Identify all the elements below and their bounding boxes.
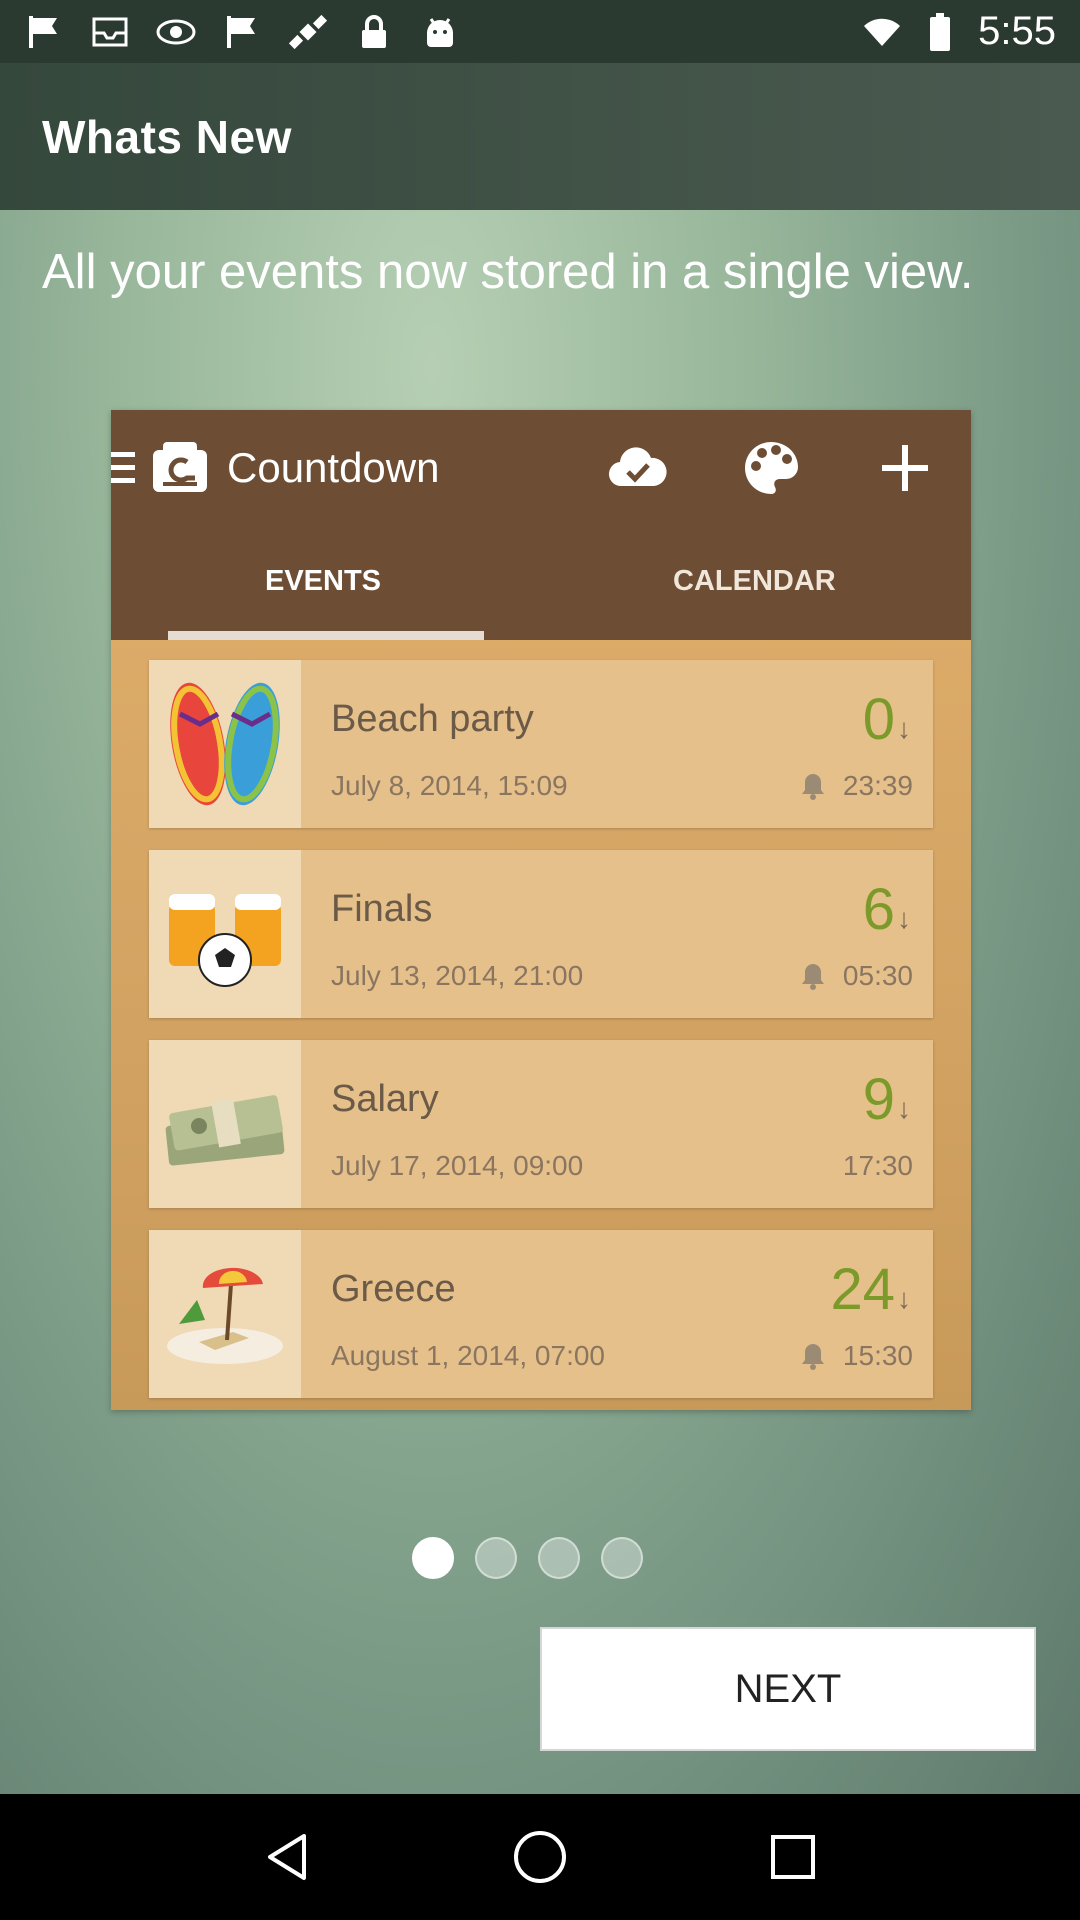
event-card: Salary July 17, 2014, 09:00 9 ↓ 17:30 <box>149 1040 933 1208</box>
event-title: Salary <box>331 1078 439 1120</box>
event-time: 15:30 <box>801 1340 913 1372</box>
page-title: Whats New <box>42 110 292 163</box>
preview-app-title: Countdown <box>227 444 440 491</box>
palette-icon <box>741 438 801 498</box>
beach-umbrella-icon <box>149 1230 301 1398</box>
preview-tabs: EVENTS CALENDAR <box>111 525 971 640</box>
flag-icon <box>222 12 262 52</box>
whats-new-page: All your events now stored in a single v… <box>0 210 1080 1794</box>
money-icon <box>149 1040 301 1208</box>
event-card: Beach party July 8, 2014, 15:09 0 ↓ 23:39 <box>149 660 933 828</box>
android-icon <box>420 12 460 52</box>
bell-icon <box>801 774 824 800</box>
arrow-down-icon: ↓ <box>897 903 911 934</box>
event-date: July 8, 2014, 15:09 <box>331 770 568 801</box>
page-dot[interactable] <box>601 1537 643 1579</box>
flip-flops-icon <box>149 660 301 828</box>
next-button[interactable]: NEXT <box>540 1627 1036 1751</box>
event-time: 23:39 <box>801 770 913 802</box>
event-title: Beach party <box>331 698 534 740</box>
event-date: August 1, 2014, 07:00 <box>331 1340 605 1371</box>
feature-preview-image: Countdown EVENTS CALENDAR Beach party Ju… <box>111 410 971 1410</box>
recents-icon[interactable] <box>763 1827 823 1887</box>
menu-icon <box>111 452 135 484</box>
battery-icon <box>920 12 960 52</box>
preview-toolbar: Countdown <box>111 410 971 525</box>
notification-icons <box>24 12 460 52</box>
arrow-down-icon: ↓ <box>897 1283 911 1314</box>
status-bar: 5:55 <box>0 0 1080 63</box>
app-bar: Whats New <box>0 63 1080 210</box>
home-icon[interactable] <box>510 1827 570 1887</box>
tab-events: EVENTS <box>265 565 382 597</box>
page-dot-active[interactable] <box>412 1537 454 1579</box>
days-remaining: 0 ↓ <box>862 687 911 752</box>
arrow-down-icon: ↓ <box>897 713 911 744</box>
arrow-down-icon: ↓ <box>897 1093 911 1124</box>
back-icon[interactable] <box>257 1827 317 1887</box>
headline-text: All your events now stored in a single v… <box>42 245 974 299</box>
event-list: Beach party July 8, 2014, 15:09 0 ↓ 23:39 <box>149 660 933 1410</box>
event-date: July 13, 2014, 21:00 <box>331 960 584 991</box>
beer-soccer-icon <box>149 850 301 1018</box>
event-title: Finals <box>331 888 433 930</box>
eye-icon <box>156 12 196 52</box>
tab-indicator <box>168 631 484 640</box>
event-card: Finals July 13, 2014, 21:00 6 ↓ 05:30 <box>149 850 933 1018</box>
event-time: 05:30 <box>801 960 913 992</box>
bell-icon <box>801 1344 824 1370</box>
event-time: 17:30 <box>842 1150 913 1181</box>
bell-icon <box>801 964 824 990</box>
add-icon <box>875 438 935 498</box>
page-dot[interactable] <box>538 1537 580 1579</box>
clock: 5:55 <box>978 9 1056 53</box>
days-remaining: 6 ↓ <box>862 877 911 942</box>
event-card: Greece August 1, 2014, 07:00 24 ↓ 15:30 <box>149 1230 933 1398</box>
event-title: Greece <box>331 1268 456 1310</box>
countdown-logo-icon <box>149 440 211 496</box>
cloud-check-icon <box>608 438 668 498</box>
satellite-icon <box>288 12 328 52</box>
inbox-icon <box>90 12 130 52</box>
lock-icon <box>354 12 394 52</box>
tab-calendar: CALENDAR <box>673 565 836 597</box>
page-dot[interactable] <box>475 1537 517 1579</box>
wifi-icon <box>862 12 902 52</box>
days-remaining: 24 ↓ <box>830 1257 911 1322</box>
flag-icon <box>24 12 64 52</box>
event-date: July 17, 2014, 09:00 <box>331 1150 584 1181</box>
days-remaining: 9 ↓ <box>862 1067 911 1132</box>
navigation-bar <box>0 1794 1080 1920</box>
page-indicator <box>412 1537 643 1579</box>
